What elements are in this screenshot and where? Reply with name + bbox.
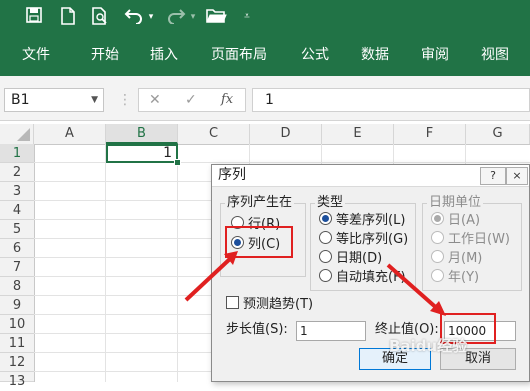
watermark: Baidu经验 (389, 337, 468, 355)
arrow-to-stop-value (386, 263, 446, 316)
annotation-arrows (184, 251, 446, 316)
arrow-to-columns-option (184, 251, 238, 302)
